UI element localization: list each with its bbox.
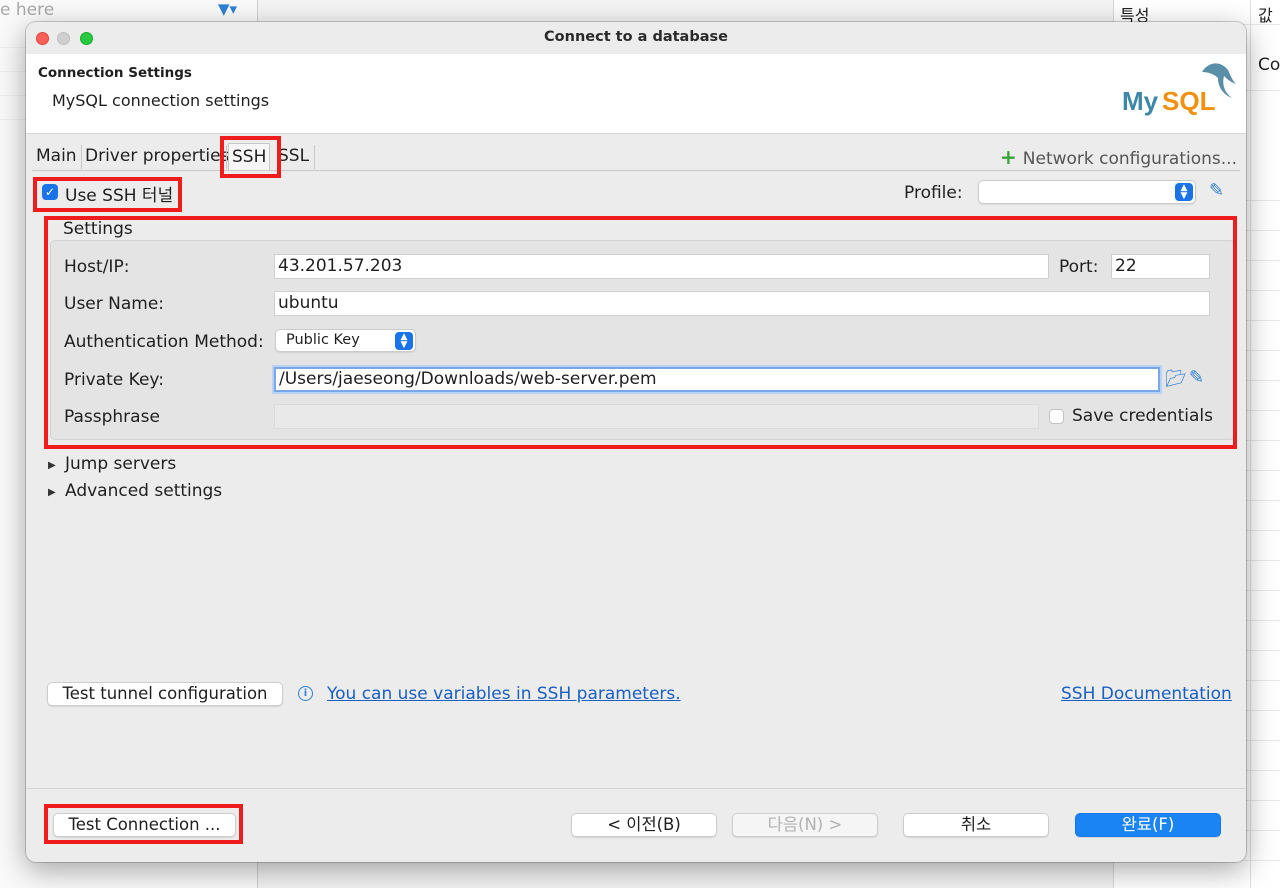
annotation-box-settings: [44, 216, 1237, 449]
column-header-value: 값: [1258, 6, 1273, 25]
background-cell: Co: [1258, 55, 1280, 75]
plus-icon: +: [1000, 145, 1017, 169]
advanced-settings-section[interactable]: Advanced settings: [65, 481, 222, 501]
title-bar: Connect to a database: [26, 22, 1246, 54]
test-tunnel-button[interactable]: Test tunnel configuration: [47, 682, 283, 706]
profile-label: Profile:: [904, 183, 963, 203]
header-title: Connection Settings: [38, 65, 192, 81]
dialog-header: Connection Settings MySQL connection set…: [26, 54, 1246, 134]
filter-icon[interactable]: ▼▾: [218, 0, 254, 22]
annotation-box-ssh-tab: [220, 136, 281, 178]
header-subtitle: MySQL connection settings: [52, 91, 270, 110]
triangle-right-icon[interactable]: ▶: [48, 487, 56, 498]
tab-driver-properties[interactable]: Driver properties: [82, 143, 232, 171]
next-button[interactable]: 다음(N) >: [732, 813, 878, 837]
annotation-box-use-ssh: [33, 177, 182, 212]
info-icon: i: [298, 686, 313, 701]
ssh-variables-link[interactable]: You can use variables in SSH parameters.: [327, 684, 681, 704]
background-search-input[interactable]: e here: [0, 0, 215, 22]
background-column-divider: [1250, 0, 1251, 888]
previous-button[interactable]: < 이전(B): [571, 813, 717, 837]
jump-servers-section[interactable]: Jump servers: [65, 454, 176, 474]
logo-my-text: My: [1122, 86, 1159, 116]
cancel-button[interactable]: 취소: [903, 813, 1049, 837]
triangle-right-icon[interactable]: ▶: [48, 460, 56, 471]
chevron-updown-icon: ▲ ▼: [1175, 183, 1193, 201]
window-title: Connect to a database: [544, 29, 728, 45]
network-configurations-label: Network configurations...: [1022, 149, 1237, 169]
ssh-documentation-link[interactable]: SSH Documentation: [1061, 684, 1232, 704]
footer-divider: [26, 788, 1246, 789]
mysql-logo-icon: My SQL: [1122, 63, 1236, 116]
logo-sql-text: SQL: [1162, 86, 1216, 116]
network-configurations-button[interactable]: + Network configurations...: [1000, 145, 1237, 169]
profile-select[interactable]: ▲ ▼: [978, 180, 1196, 204]
finish-button[interactable]: 완료(F): [1075, 813, 1221, 837]
tab-main[interactable]: Main: [33, 143, 80, 171]
annotation-box-test-connection: [44, 804, 243, 844]
pencil-icon[interactable]: ✎: [1209, 180, 1224, 201]
tab-divider: [32, 170, 1240, 171]
